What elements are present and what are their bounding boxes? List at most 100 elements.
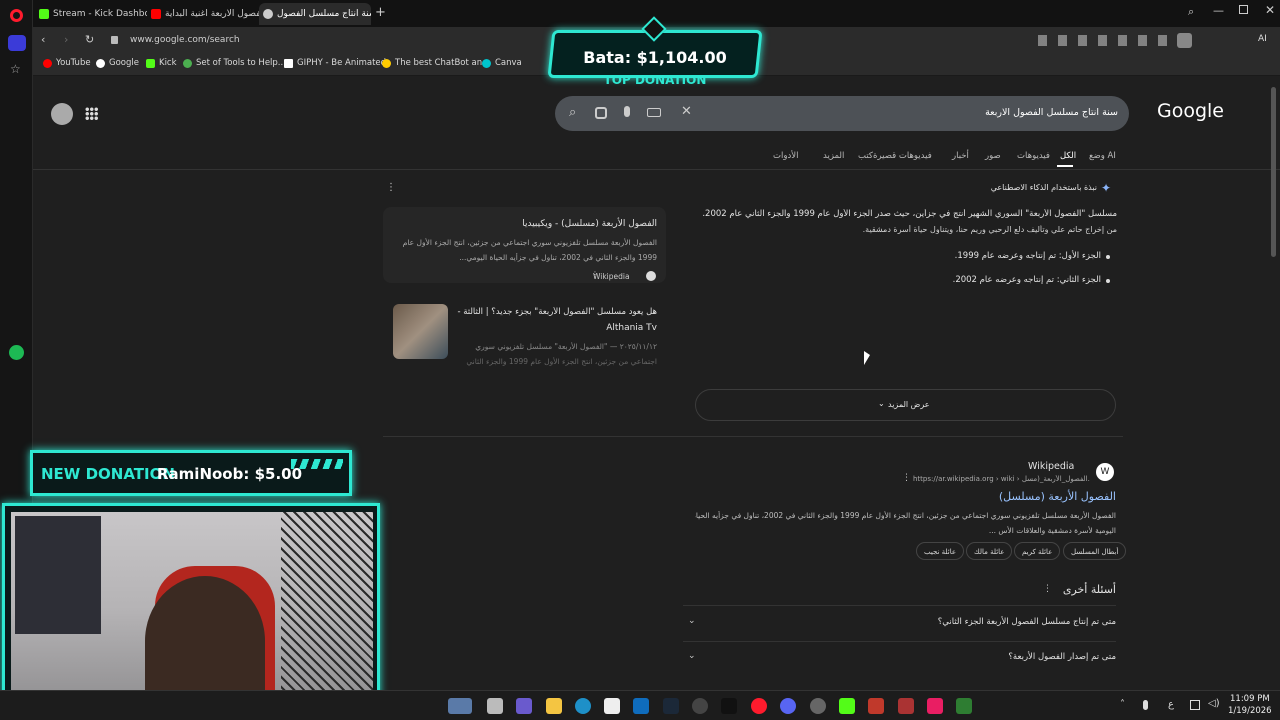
- kick-taskbar-icon[interactable]: [839, 698, 855, 714]
- clear-icon[interactable]: ✕: [681, 104, 692, 119]
- bookmark-youtube[interactable]: YouTube: [43, 58, 91, 68]
- tab-more[interactable]: المزيد: [823, 151, 844, 161]
- chip-cast[interactable]: أبطال المسلسل: [1063, 542, 1127, 560]
- app-icon-tf[interactable]: [898, 698, 914, 714]
- back-icon[interactable]: ‹: [41, 33, 45, 46]
- lens-icon[interactable]: [595, 107, 607, 119]
- paa-question-1[interactable]: متى تم إنتاج مسلسل الفصول الأربعة الجزء …: [733, 617, 1116, 627]
- ai-overview-header: نبذة باستخدام الذكاء الاصطناعي: [990, 183, 1097, 192]
- ai-summary-line1: مسلسل "الفصول الأربعة" السوري الشهير أُن…: [702, 209, 1117, 219]
- spotify-icon[interactable]: [9, 345, 24, 360]
- clock-time[interactable]: 11:09 PM: [1230, 694, 1270, 704]
- opera-taskbar-icon[interactable]: [751, 698, 767, 714]
- star-icon[interactable]: ☆: [10, 62, 21, 76]
- bookmark-canva[interactable]: Canva: [482, 58, 522, 68]
- bookmark-google[interactable]: Google: [96, 58, 139, 68]
- new-donation-stripes: [291, 459, 343, 469]
- profile-avatar[interactable]: [1177, 33, 1192, 48]
- bookmark-kick[interactable]: Kick: [146, 58, 177, 68]
- language-indicator[interactable]: ع: [1168, 699, 1174, 710]
- tab-videos[interactable]: فيديوهات: [1017, 151, 1050, 161]
- search-icon[interactable]: ⌕: [569, 105, 576, 120]
- app-icon-red[interactable]: [868, 698, 884, 714]
- tab-ai-mode[interactable]: وضع AI: [1089, 151, 1116, 161]
- ai-icon[interactable]: AI: [1258, 34, 1267, 44]
- app-icon-globe[interactable]: [810, 698, 826, 714]
- tab-youtube[interactable]: الفصول الاربعة اغنية البداية: [147, 3, 259, 25]
- forward-icon[interactable]: ›: [64, 33, 68, 46]
- steam-icon[interactable]: [663, 698, 679, 714]
- result-site-name[interactable]: Wikipedia: [1028, 461, 1074, 472]
- close-window-button[interactable]: ✕: [1265, 3, 1275, 17]
- bookmark-tools[interactable]: Set of Tools to Help...: [183, 58, 286, 68]
- keyboard-icon[interactable]: [647, 108, 661, 117]
- bookmark-chatbot[interactable]: The best ChatBot an...: [382, 58, 490, 68]
- source-card-thumbnail[interactable]: [393, 304, 448, 359]
- store-icon[interactable]: [604, 698, 620, 714]
- maximize-button[interactable]: [1239, 5, 1248, 14]
- app-icon-1[interactable]: [516, 698, 532, 714]
- tab-kick[interactable]: Stream - Kick Dashboard: [35, 3, 147, 25]
- result-title-link[interactable]: الفصول الأربعة (مسلسل): [973, 490, 1116, 503]
- tab-google-search[interactable]: سنة انتاج مسلسل الفصول: [259, 3, 371, 25]
- chip-malek-family[interactable]: عائلة مالك: [966, 542, 1013, 560]
- tab-books[interactable]: كتب: [858, 151, 873, 161]
- result-menu-icon[interactable]: ⋮: [902, 473, 911, 483]
- app-icon-green[interactable]: [956, 698, 972, 714]
- file-explorer-icon[interactable]: [546, 698, 562, 714]
- ai-menu-icon[interactable]: ⋮: [386, 182, 396, 193]
- extension-icons[interactable]: [1038, 35, 1178, 46]
- weather-widget-icon[interactable]: [448, 698, 472, 714]
- home-icon[interactable]: [8, 35, 26, 51]
- tab-all[interactable]: الكل: [1060, 151, 1076, 161]
- account-avatar[interactable]: [51, 103, 73, 125]
- task-view-icon[interactable]: [487, 698, 503, 714]
- source-card-2-title-2[interactable]: Althania Tv: [455, 323, 657, 333]
- top-donation-overlay: Bata: $1,104.00 TOP DONATION: [520, 16, 790, 88]
- source-card-2-title-1[interactable]: هل يعود مسلسل "الفصول الأربعة" بجزء جديد…: [455, 307, 657, 317]
- new-tab-button[interactable]: +: [375, 5, 386, 20]
- tiktok-icon[interactable]: [721, 698, 737, 714]
- chip-najib-family[interactable]: عائلة نجيب: [916, 542, 965, 560]
- minimize-button[interactable]: —: [1213, 4, 1224, 17]
- search-query[interactable]: سنة انتاج مسلسل الفصول الاربعة: [863, 107, 1118, 118]
- paa-menu-icon[interactable]: ⋮: [1043, 584, 1052, 594]
- mic-tray-icon[interactable]: [1143, 700, 1148, 710]
- section-divider: [383, 436, 1123, 437]
- tab-all-underline: [1057, 165, 1073, 167]
- opera-logo-icon[interactable]: [10, 9, 23, 22]
- app-icon-pink[interactable]: [927, 698, 943, 714]
- tab-images[interactable]: صور: [985, 151, 1001, 161]
- search-tabs-icon[interactable]: ⌕: [1188, 5, 1194, 19]
- app-icon-4k[interactable]: [692, 698, 708, 714]
- result-url[interactable]: https://ar.wikipedia.org › wiki › الفصول…: [913, 475, 1090, 483]
- reload-icon[interactable]: ↻: [85, 33, 94, 46]
- wikipedia-icon: [646, 271, 656, 281]
- edge-icon[interactable]: [575, 698, 591, 714]
- discord-icon[interactable]: [780, 698, 796, 714]
- tab-label: Stream - Kick Dashboard: [53, 9, 147, 19]
- apps-grid-icon[interactable]: [85, 107, 98, 120]
- tab-news[interactable]: أخبار: [952, 151, 969, 161]
- bookmark-giphy[interactable]: GIPHY - Be Animated: [284, 58, 386, 68]
- top-donation-amount: Bata: $1,104.00: [583, 48, 727, 67]
- paa-question-2[interactable]: متى تم إصدار الفصول الأربعة؟: [733, 652, 1116, 662]
- tab-tools[interactable]: الأدوات: [773, 151, 798, 161]
- tab-short-videos[interactable]: فيديوهات قصيرة: [873, 151, 932, 161]
- mic-icon[interactable]: [624, 106, 630, 117]
- source-card-1-menu[interactable]: ⋮: [591, 270, 599, 279]
- source-card-1-title[interactable]: الفصول الأربعة (مسلسل) - ويكيبيديا: [388, 219, 657, 229]
- clock-date[interactable]: 1/19/2026: [1228, 706, 1272, 716]
- google-logo[interactable]: Google: [1157, 100, 1224, 122]
- tab-label: الفصول الاربعة اغنية البداية: [165, 9, 259, 19]
- bookmark-label: Kick: [159, 58, 177, 68]
- outlook-icon[interactable]: [633, 698, 649, 714]
- tray-chevron-icon[interactable]: ˄: [1120, 699, 1125, 710]
- chip-karim-family[interactable]: عائلة كريم: [1014, 542, 1061, 560]
- paa-chevron-2-icon[interactable]: ⌄: [688, 651, 696, 661]
- volume-icon[interactable]: ◁): [1208, 698, 1220, 709]
- network-icon[interactable]: [1190, 700, 1200, 710]
- scrollbar[interactable]: [1271, 87, 1276, 257]
- paa-chevron-1-icon[interactable]: ⌄: [688, 616, 696, 626]
- url-field[interactable]: www.google.com/search: [130, 35, 240, 45]
